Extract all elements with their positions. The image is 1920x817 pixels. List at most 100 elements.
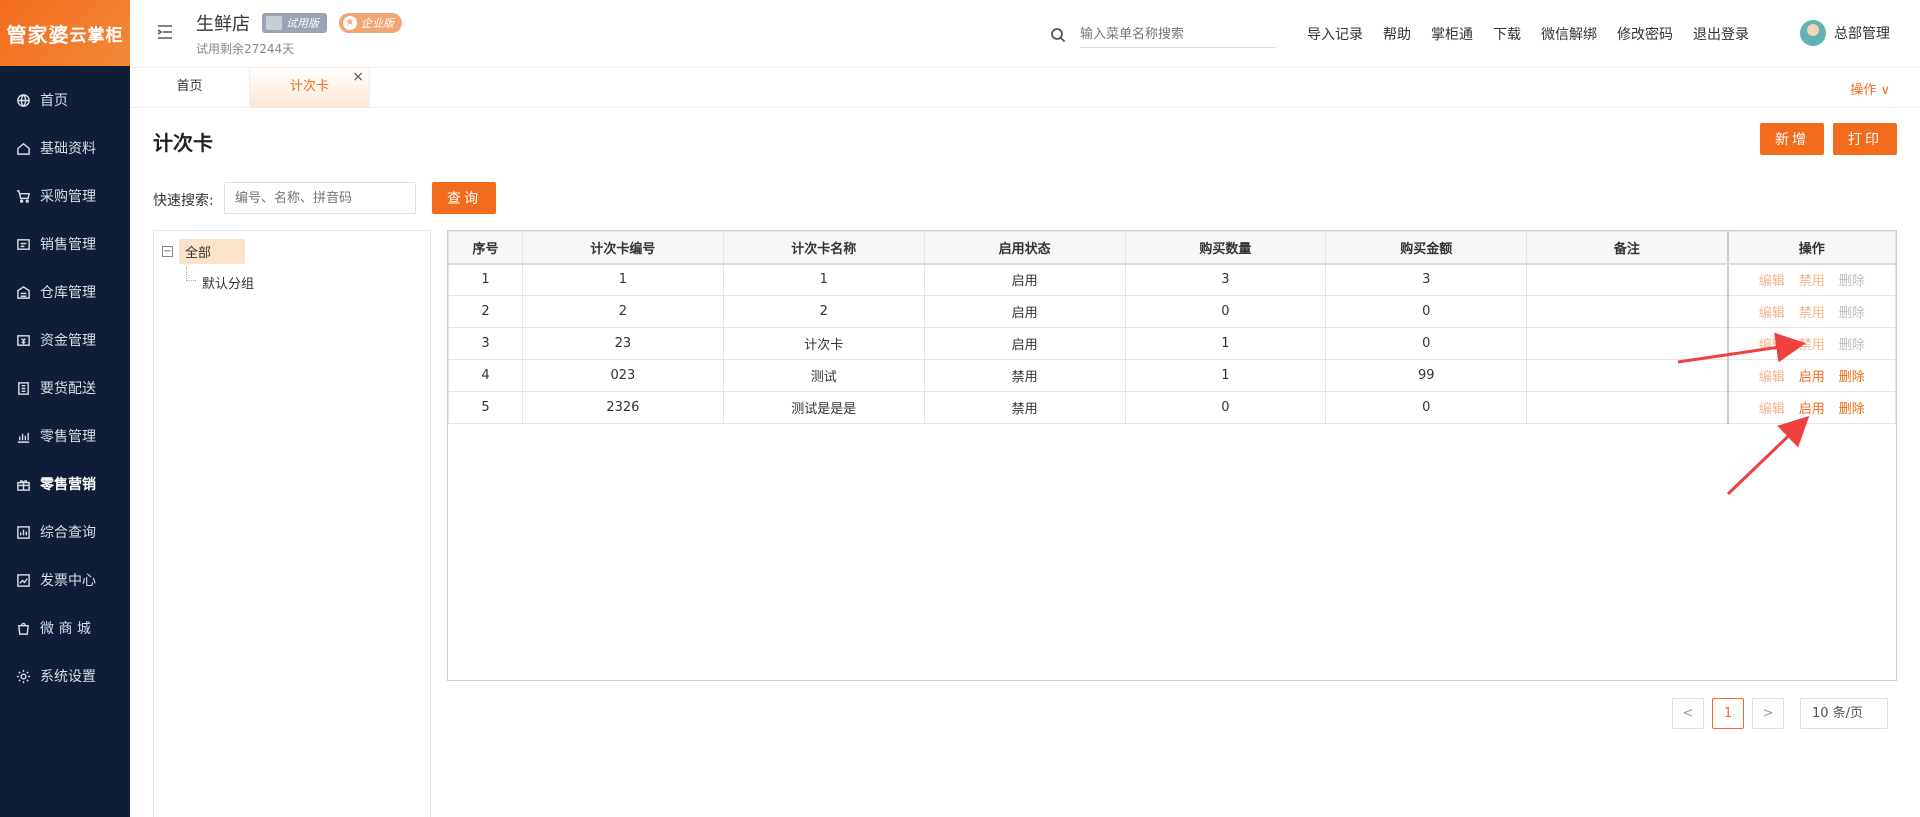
tab-count-card[interactable]: 计次卡 ×: [250, 68, 370, 108]
query-button[interactable]: 查询: [432, 182, 496, 214]
table-row[interactable]: 5 2326 测试是是是 禁用 0 0 编辑 启用 删除: [448, 391, 1896, 424]
tree-item-default-group[interactable]: 默认分组: [202, 273, 254, 292]
delete-button[interactable]: 删除: [1839, 402, 1865, 417]
top-link-5[interactable]: 修改密码: [1617, 24, 1673, 44]
cell-name: 计次卡: [722, 327, 925, 360]
sidebar-item-6[interactable]: 要货配送: [0, 364, 130, 412]
cell-actions: 编辑 禁用 删除: [1726, 295, 1896, 328]
sidebar-item-label: 综合查询: [40, 525, 96, 541]
sidebar-item-label: 零售营销: [40, 477, 96, 493]
delete-button[interactable]: 删除: [1839, 338, 1865, 353]
table-row[interactable]: 3 23 计次卡 启用 1 0 编辑 禁用 删除: [448, 327, 1896, 360]
sidebar-item-8[interactable]: 零售营销: [0, 460, 130, 508]
top-header: 生鲜店 试用版 ★ 企业版 试用剩余27244天 导入记录帮助掌柜通下载微信解绑修…: [130, 0, 1920, 68]
quick-search-label: 快速搜索:: [153, 193, 214, 209]
toggle-status-button[interactable]: 禁用: [1799, 338, 1825, 353]
menu-search-input[interactable]: [1080, 22, 1276, 48]
monitor-icon: [266, 16, 282, 30]
edit-button[interactable]: 编辑: [1759, 338, 1785, 353]
cell-no: 3: [448, 327, 523, 360]
store-info: 生鲜店 试用版 ★ 企业版 试用剩余27244天: [196, 10, 402, 57]
cell-amount: 0: [1325, 391, 1528, 424]
sidebar-item-label: 采购管理: [40, 189, 96, 205]
cell-amount: 0: [1325, 327, 1528, 360]
sidebar-item-2[interactable]: 采购管理: [0, 172, 130, 220]
avatar: [1800, 20, 1826, 46]
sidebar-item-12[interactable]: 系统设置: [0, 652, 130, 700]
next-page-button[interactable]: >: [1752, 698, 1784, 729]
toggle-status-button[interactable]: 启用: [1799, 370, 1825, 385]
menu-toggle-icon[interactable]: [155, 22, 175, 42]
sidebar-item-label: 微 商 城: [40, 621, 91, 637]
cell-remark: [1526, 295, 1729, 328]
tab-operations-menu[interactable]: 操作 ∨: [1850, 79, 1890, 98]
tab-bar: 首页 计次卡 × 操作 ∨: [130, 68, 1920, 108]
trend-icon: [15, 572, 31, 588]
tree-root[interactable]: − 全部: [162, 239, 245, 264]
quick-search-input[interactable]: [224, 182, 416, 214]
delete-button[interactable]: 删除: [1839, 274, 1865, 289]
table-row[interactable]: 2 2 2 启用 0 0 编辑 禁用 删除: [448, 295, 1896, 328]
toggle-status-button[interactable]: 启用: [1799, 402, 1825, 417]
sidebar: 管家婆 云掌柜 首页 基础资料采购管理销售管理仓库管理资金管理 要货配送 零售管理零售营…: [0, 0, 130, 817]
sidebar-item-label: 仓库管理: [40, 285, 96, 301]
star-icon: ★: [343, 16, 357, 30]
top-link-4[interactable]: 微信解绑: [1541, 24, 1597, 44]
top-link-6[interactable]: 退出登录: [1693, 24, 1749, 44]
pro-badge-label: 企业版: [361, 17, 394, 30]
edit-button[interactable]: 编辑: [1759, 274, 1785, 289]
gift-icon: [15, 476, 31, 492]
table-body: 1 1 1 启用 3 3 编辑 禁用 删除 2 2 2 启用 0 0 编辑 禁用 删除 3 23 计次卡 启用 1 0 编辑 禁用…: [448, 263, 1896, 424]
cell-name: 2: [722, 295, 925, 328]
collapse-icon[interactable]: −: [162, 246, 173, 257]
sidebar-item-9[interactable]: 综合查询: [0, 508, 130, 556]
sidebar-item-0[interactable]: 首页: [0, 76, 130, 124]
delete-button[interactable]: 删除: [1839, 306, 1865, 321]
column-header: 购买金额: [1325, 231, 1528, 265]
sidebar-item-5[interactable]: 资金管理: [0, 316, 130, 364]
tab-home[interactable]: 首页: [130, 68, 250, 108]
edit-button[interactable]: 编辑: [1759, 306, 1785, 321]
cell-amount: 99: [1325, 359, 1528, 392]
bar-chart-icon: [15, 428, 31, 444]
top-link-0[interactable]: 导入记录: [1307, 24, 1363, 44]
close-icon[interactable]: ×: [352, 58, 364, 96]
cell-actions: 编辑 禁用 删除: [1726, 263, 1896, 296]
sidebar-item-4[interactable]: 仓库管理: [0, 268, 130, 316]
print-button[interactable]: 打印: [1833, 123, 1897, 155]
delete-button[interactable]: 删除: [1839, 370, 1865, 385]
edit-button[interactable]: 编辑: [1759, 402, 1785, 417]
top-link-2[interactable]: 掌柜通: [1431, 24, 1473, 44]
top-link-3[interactable]: 下载: [1493, 24, 1521, 44]
page-size-select[interactable]: 10 条/页: [1800, 698, 1888, 729]
prev-page-button[interactable]: <: [1672, 698, 1704, 729]
cell-no: 4: [448, 359, 523, 392]
pro-badge: ★ 企业版: [339, 13, 402, 33]
cell-code: 023: [521, 359, 724, 392]
sidebar-item-1[interactable]: 基础资料: [0, 124, 130, 172]
cell-status: 启用: [923, 295, 1126, 328]
cell-status: 启用: [923, 263, 1126, 296]
user-name: 总部管理: [1834, 26, 1890, 42]
sidebar-item-7[interactable]: 零售管理: [0, 412, 130, 460]
top-link-1[interactable]: 帮助: [1383, 24, 1411, 44]
page-title: 计次卡: [153, 131, 213, 155]
page-1-button[interactable]: 1: [1712, 698, 1744, 729]
cell-qty: 0: [1124, 391, 1327, 424]
table-row[interactable]: 4 023 测试 禁用 1 99 编辑 启用 删除: [448, 359, 1896, 392]
edit-button[interactable]: 编辑: [1759, 370, 1785, 385]
add-button[interactable]: 新增: [1760, 123, 1824, 155]
cell-qty: 0: [1124, 295, 1327, 328]
sidebar-item-11[interactable]: 微 商 城: [0, 604, 130, 652]
tree-root-label[interactable]: 全部: [179, 239, 245, 264]
column-header: 启用状态: [923, 231, 1126, 265]
sidebar-item-3[interactable]: 销售管理: [0, 220, 130, 268]
toggle-status-button[interactable]: 禁用: [1799, 274, 1825, 289]
logo: 管家婆 云掌柜: [0, 0, 130, 66]
table-row[interactable]: 1 1 1 启用 3 3 编辑 禁用 删除: [448, 263, 1896, 296]
sidebar-item-label: 发票中心: [40, 573, 96, 589]
bag-icon: [15, 620, 31, 636]
sidebar-item-10[interactable]: 发票中心: [0, 556, 130, 604]
user-menu[interactable]: 总部管理: [1800, 20, 1890, 46]
toggle-status-button[interactable]: 禁用: [1799, 306, 1825, 321]
